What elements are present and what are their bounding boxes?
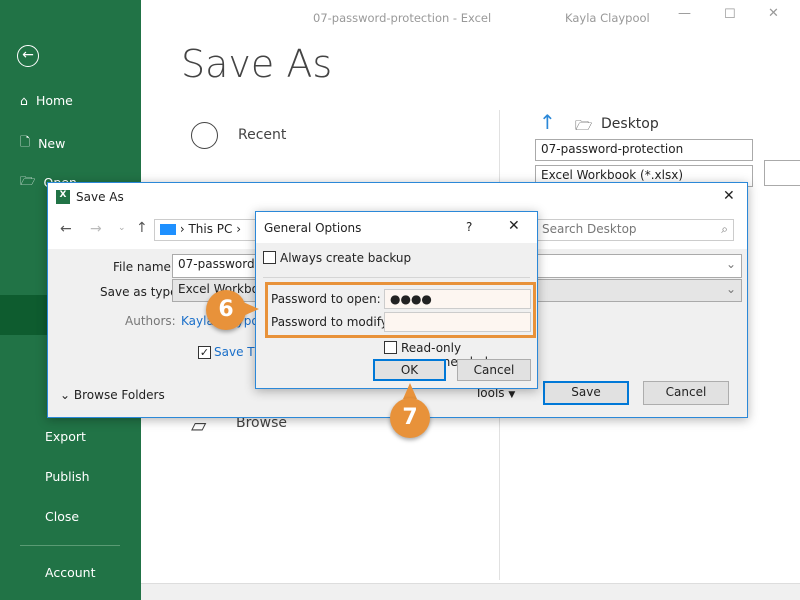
clock-icon — [191, 122, 218, 149]
forward-arrow-icon[interactable]: → — [90, 221, 102, 237]
divider — [20, 545, 120, 546]
step-callout-7: 7 — [390, 398, 430, 438]
general-options-dialog: General Options ? ✕ Always create backup… — [255, 211, 538, 389]
folder-icon: 🗁 — [575, 118, 593, 134]
up-arrow-icon[interactable]: ↑ — [539, 110, 556, 134]
save-button-backstage[interactable] — [764, 160, 800, 186]
readonly-checkbox[interactable] — [384, 341, 397, 354]
chevron-down-icon[interactable]: ⌄ — [118, 223, 126, 233]
user-name[interactable]: Kayla Claypool — [565, 11, 650, 25]
filename-label: File name: — [113, 260, 175, 274]
sidebar-item-new[interactable]: 🗋 New — [20, 133, 65, 154]
chevron-down-icon: ⌄ — [60, 388, 71, 402]
sidebar-item-export[interactable]: Export — [45, 429, 86, 444]
current-location: Desktop — [601, 116, 659, 132]
sidebar-item-account[interactable]: Account — [45, 565, 95, 580]
dialog-title: Save As — [76, 190, 124, 204]
close-button[interactable]: ✕ — [768, 6, 779, 21]
password-modify-label: Password to modify: — [271, 315, 391, 329]
divider — [263, 277, 530, 278]
sidebar-item-close[interactable]: Close — [45, 509, 79, 524]
page-title: Save As — [181, 42, 333, 86]
backup-label: Always create backup — [280, 251, 412, 265]
home-icon: ⌂ — [20, 93, 28, 108]
type-label: Save as type: — [100, 285, 182, 299]
dialog-title: General Options — [264, 221, 362, 235]
open-folder-icon: 🗁 — [20, 173, 36, 188]
backup-checkbox[interactable] — [263, 251, 276, 264]
password-open-label: Password to open: — [271, 292, 381, 306]
up-arrow-icon[interactable]: ↑ — [136, 220, 148, 236]
back-arrow-icon[interactable]: ← — [60, 221, 72, 237]
cancel-button[interactable]: Cancel — [457, 359, 531, 381]
new-file-icon: 🗋 — [20, 134, 31, 149]
horizontal-scrollbar[interactable] — [141, 583, 800, 600]
authors-label: Authors: — [125, 314, 176, 328]
sidebar-item-home[interactable]: ⌂ Home — [20, 93, 73, 108]
filename-input[interactable]: 07-password-protection — [535, 139, 753, 161]
back-icon[interactable]: ← — [17, 45, 39, 67]
cancel-button[interactable]: Cancel — [643, 381, 729, 405]
close-icon[interactable]: ✕ — [723, 188, 735, 204]
recent-location[interactable]: Recent — [238, 127, 286, 143]
thumbnail-checkbox[interactable]: ✓ — [198, 346, 211, 359]
pc-icon — [160, 224, 176, 235]
callout-pointer — [403, 383, 417, 399]
window-title: 07-password-protection - Excel — [313, 11, 492, 25]
password-open-input[interactable]: ●●●● — [384, 289, 531, 309]
password-modify-input[interactable] — [384, 312, 531, 332]
sidebar-item-publish[interactable]: Publish — [45, 469, 90, 484]
help-button[interactable]: ? — [466, 220, 472, 234]
minimize-button[interactable]: — — [678, 6, 691, 21]
excel-icon: X — [56, 190, 70, 204]
search-icon: ⌕ — [721, 222, 728, 236]
save-button[interactable]: Save — [543, 381, 629, 405]
close-icon[interactable]: ✕ — [508, 218, 520, 234]
ok-button[interactable]: OK — [373, 359, 446, 381]
maximize-button[interactable]: ☐ — [724, 7, 736, 22]
browse-folders-toggle[interactable]: ⌄ Browse Folders — [60, 388, 165, 402]
search-input[interactable]: Search Desktop ⌕ — [536, 219, 734, 241]
callout-pointer — [243, 302, 259, 316]
step-callout-6: 6 — [206, 290, 246, 330]
